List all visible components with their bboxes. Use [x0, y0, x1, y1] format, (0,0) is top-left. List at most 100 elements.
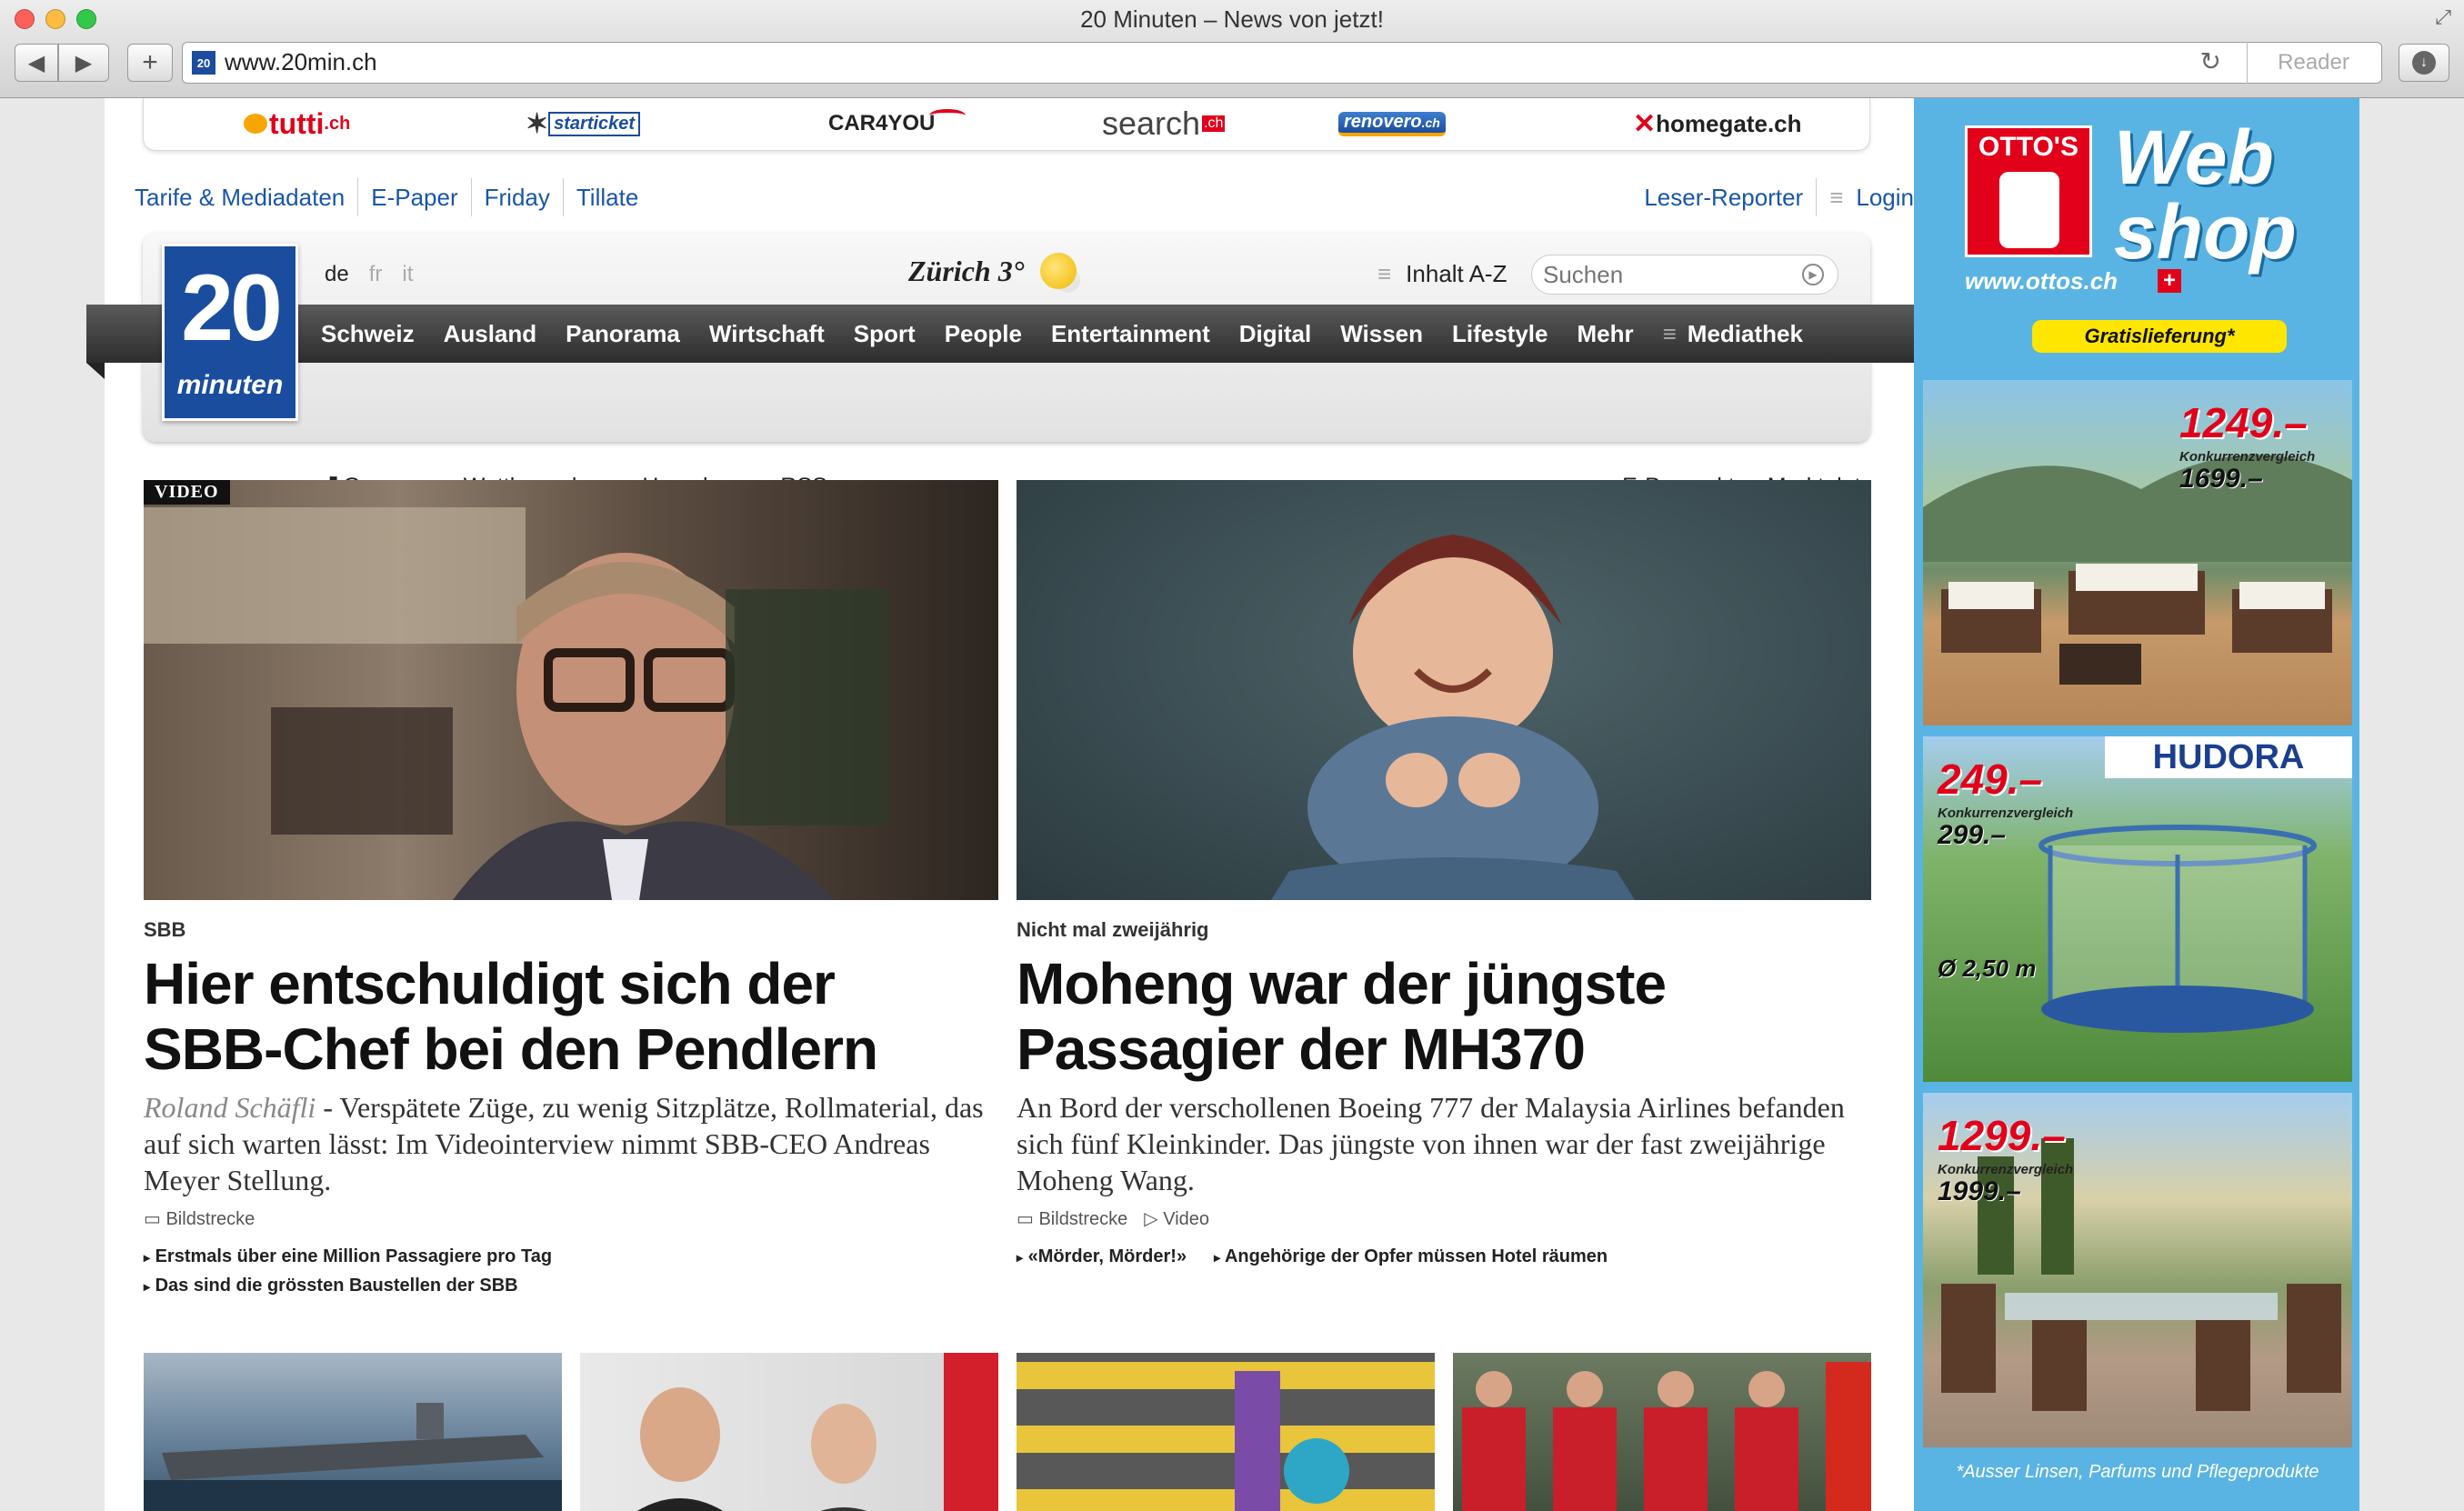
- thumb-davis-cup[interactable]: [1453, 1353, 1871, 1511]
- nav-label: Mediathek: [1687, 320, 1803, 347]
- link-login[interactable]: Login: [1856, 178, 1914, 216]
- link-leser-reporter[interactable]: Leser-Reporter: [1644, 178, 1818, 216]
- link-epaper[interactable]: E-Paper: [358, 178, 472, 216]
- service-links: Tarife & Mediadaten E-Paper Friday Tilla…: [135, 178, 651, 216]
- search-input[interactable]: [1531, 255, 1838, 295]
- thumb-crosswalk[interactable]: [1017, 1353, 1435, 1511]
- ad-size-label: Ø 2,50 m: [1938, 955, 2037, 982]
- url-text[interactable]: www.20min.ch: [225, 48, 377, 76]
- ad-webshop-line: Web: [2114, 115, 2274, 200]
- nav-lifestyle[interactable]: Lifestyle: [1437, 305, 1563, 363]
- renovero-badge: renovero.ch: [1338, 111, 1446, 136]
- downloads-button[interactable]: ↓: [2399, 44, 2449, 82]
- teaser-image-sbb-ceo[interactable]: VIDEO: [144, 480, 998, 900]
- lang-de[interactable]: de: [325, 262, 349, 287]
- nav-wissen[interactable]: Wissen: [1326, 305, 1437, 363]
- nav-wirtschaft[interactable]: Wirtschaft: [695, 305, 839, 363]
- teaser-headline[interactable]: Hier entschuldigt sich der SBB-Chef bei …: [144, 951, 998, 1082]
- related-link[interactable]: ▸ «Mörder, Mörder!»: [1017, 1243, 1187, 1272]
- related-link[interactable]: ▸ Das sind die grössten Baustellen der S…: [144, 1272, 998, 1301]
- index-az-label: Inhalt A-Z: [1406, 260, 1507, 287]
- link-friday[interactable]: Friday: [472, 178, 564, 216]
- headline-line: SBB-Chef bei den Pendlern: [144, 1016, 878, 1082]
- nav-entertainment[interactable]: Entertainment: [1037, 305, 1225, 363]
- headline-line: Passagier der MH370: [1017, 1016, 1586, 1082]
- ad-banner-ottos[interactable]: OTTO'S Web shop www.ottos.ch + Gratislie…: [1914, 98, 2359, 1511]
- lang-it[interactable]: it: [402, 262, 413, 287]
- teaser-lead: Roland Schäfli - Verspätete Züge, zu wen…: [144, 1089, 998, 1198]
- hand-pointing-icon: [1999, 172, 2059, 248]
- lang-fr[interactable]: fr: [369, 262, 383, 287]
- partner-logo-tutti[interactable]: tutti .ch: [244, 105, 350, 142]
- meta-bildstrecke[interactable]: ▭ Bildstrecke: [144, 1207, 255, 1230]
- reader-button[interactable]: Reader: [2247, 42, 2379, 84]
- ad-panel-trampoline[interactable]: HUDORA 249.– Konkurrenzvergleich 299.– Ø…: [1923, 736, 2352, 1082]
- meta-bildstrecke[interactable]: ▭ Bildstrecke: [1017, 1207, 1127, 1230]
- weather-city: Zürich: [908, 254, 991, 287]
- arrow-right-icon: ▸: [1214, 1250, 1221, 1265]
- teaser-meta: ▭ Bildstrecke: [144, 1207, 998, 1230]
- partner-label: CAR4YOU: [828, 111, 936, 135]
- partner-logo-car4you[interactable]: CAR4YOU: [828, 105, 967, 142]
- index-az[interactable]: ≡ Inhalt A-Z: [1377, 260, 1507, 288]
- language-switcher: de fr it: [325, 262, 413, 287]
- site-logo[interactable]: 20 minuten: [162, 244, 298, 421]
- related-link[interactable]: ▸ Angehörige der Opfer müssen Hotel räum…: [1214, 1243, 1608, 1272]
- address-bar[interactable]: 20 www.20min.ch ↻ Reader: [182, 42, 2382, 84]
- teaser-image-baby[interactable]: [1017, 480, 1871, 900]
- menu-lines-icon: ≡: [1662, 320, 1677, 347]
- partner-suffix: .ch: [324, 113, 351, 134]
- ad-panel-dining[interactable]: 1299.– Konkurrenzvergleich 1999.–: [1923, 1093, 2352, 1447]
- ad-webshop-title: Web shop: [2114, 115, 2297, 270]
- nav-sport[interactable]: Sport: [839, 305, 930, 363]
- nav-people[interactable]: People: [930, 305, 1037, 363]
- partner-logo-renovero[interactable]: renovero.ch: [1338, 105, 1446, 142]
- federal-council-illustration: [636, 1353, 998, 1511]
- thumb-aircraft-carrier[interactable]: [144, 1353, 562, 1511]
- menu-lines-icon: ≡: [1829, 183, 1844, 211]
- meta-video[interactable]: ▷ Video: [1144, 1207, 1209, 1230]
- nav-digital[interactable]: Digital: [1225, 305, 1326, 363]
- fullscreen-icon[interactable]: ⤢: [2435, 5, 2451, 29]
- partner-label: homegate: [1656, 109, 1768, 137]
- download-icon: ↓: [2412, 51, 2436, 75]
- partner-logo-homegate[interactable]: ✕ homegate .ch: [1633, 105, 1802, 142]
- ad-panel-lounge[interactable]: 1249.– Konkurrenzvergleich 1699.–: [1923, 380, 2352, 725]
- meta-label: Bildstrecke: [165, 1209, 255, 1229]
- arrow-right-icon: ▸: [144, 1250, 151, 1265]
- star-icon: ✶: [526, 108, 549, 139]
- forward-button[interactable]: ▶: [58, 44, 109, 82]
- teaser-author: Roland Schäfli: [144, 1091, 316, 1124]
- weather-widget[interactable]: Zürich 3°: [908, 253, 1077, 289]
- swiss-flag-icon: +: [2158, 269, 2181, 293]
- teaser-kicker: SBB: [144, 918, 186, 941]
- site-favicon-icon: 20: [192, 51, 215, 75]
- user-links: Leser-Reporter ≡ Login: [1644, 178, 1914, 216]
- teaser-lead: An Bord der verschollenen Boeing 777 der…: [1017, 1091, 1845, 1196]
- partner-logo-search[interactable]: search .ch: [1102, 105, 1226, 142]
- related-link[interactable]: ▸ Erstmals über eine Million Passagiere …: [144, 1243, 998, 1272]
- video-icon: ▷: [1144, 1209, 1158, 1229]
- nav-ausland[interactable]: Ausland: [429, 305, 552, 363]
- nav-panorama[interactable]: Panorama: [551, 305, 695, 363]
- ad-compare-label: Konkurrenzvergleich: [1938, 1162, 2074, 1177]
- teaser-headline[interactable]: Moheng war der jüngste Passagier der MH3…: [1017, 951, 1871, 1082]
- ad-price: 1249.–: [2179, 399, 2308, 446]
- partner-label: starticket: [548, 111, 641, 136]
- link-tarife[interactable]: Tarife & Mediadaten: [135, 178, 359, 216]
- back-button[interactable]: ◀: [15, 44, 58, 82]
- ad-url: www.ottos.ch: [1965, 267, 2118, 295]
- partner-label: tutti: [269, 106, 325, 140]
- reload-icon[interactable]: ↻: [2200, 46, 2221, 76]
- link-tillate[interactable]: Tillate: [564, 178, 651, 216]
- nav-mediathek[interactable]: ≡ Mediathek: [1648, 305, 1818, 363]
- lead-teaser-mh370[interactable]: Nicht mal zweijährig Moheng war der jüng…: [1017, 480, 1871, 1272]
- thumb-federal-council[interactable]: [580, 1353, 998, 1511]
- lead-teaser-sbb[interactable]: VIDEO SBB Hier entschuldigt sich der SBB…: [144, 480, 998, 1301]
- partner-logo-starticket[interactable]: ✶ starticket: [526, 105, 641, 142]
- search-go-icon[interactable]: ▶: [1802, 264, 1824, 285]
- nav-schweiz[interactable]: Schweiz: [306, 305, 429, 363]
- add-bookmark-button[interactable]: +: [127, 44, 173, 82]
- headline-line: Moheng war der jüngste: [1017, 951, 1667, 1016]
- nav-mehr[interactable]: Mehr: [1563, 305, 1648, 363]
